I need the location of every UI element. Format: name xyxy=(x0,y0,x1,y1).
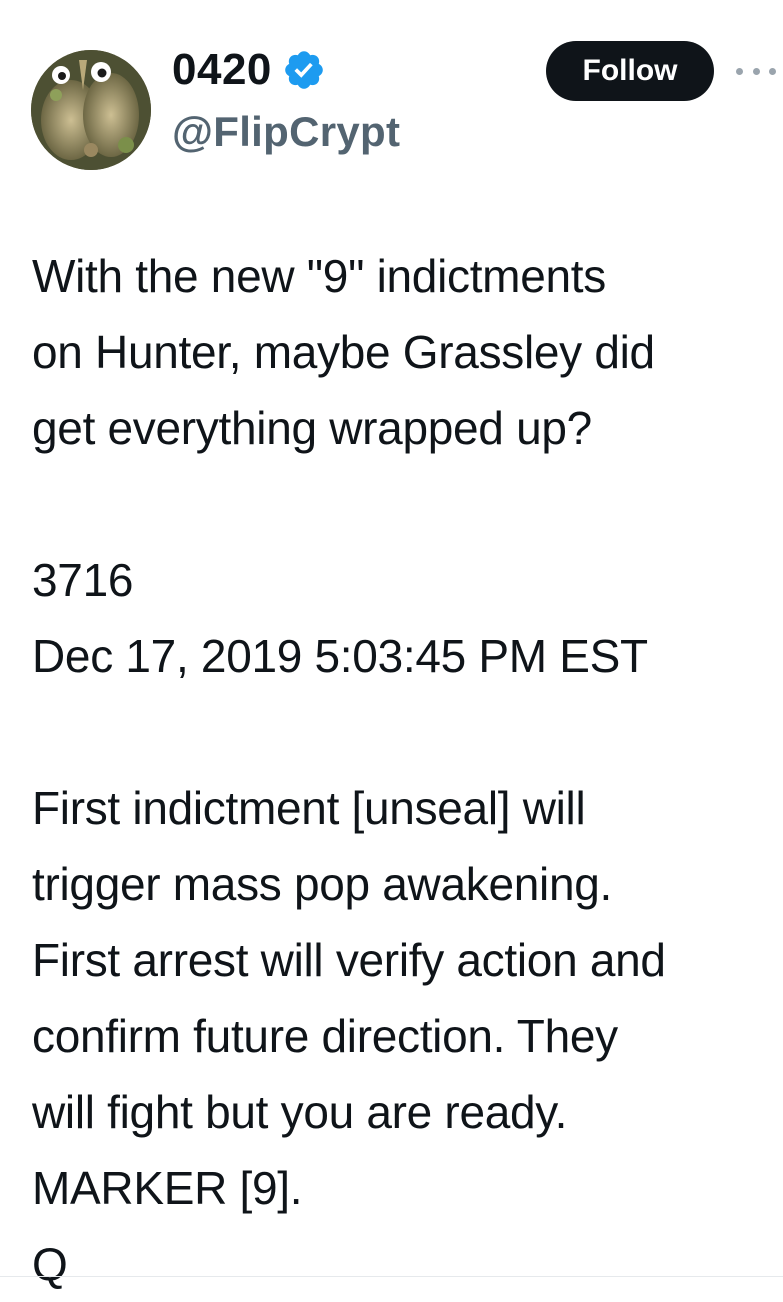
more-dot xyxy=(769,67,776,75)
tweet-line: First arrest will verify action and xyxy=(32,934,666,986)
tweet-line: First indictment [unseal] will xyxy=(32,782,586,834)
tweet-text: With the new "9" indictments on Hunter, … xyxy=(32,238,777,1302)
tweet-line: MARKER [9]. xyxy=(32,1162,303,1214)
author-name-row: 0420 xyxy=(172,44,326,96)
tweet-line: on Hunter, maybe Grassley did xyxy=(32,326,655,378)
avatar-image xyxy=(31,50,151,170)
tweet-line: confirm future direction. They xyxy=(32,1010,618,1062)
tweet-line: get everything wrapped up? xyxy=(32,402,592,454)
tweet-line: 3716 xyxy=(32,554,134,606)
author-display-name[interactable]: 0420 xyxy=(172,44,272,96)
more-options-icon[interactable] xyxy=(736,56,776,86)
avatar[interactable] xyxy=(31,50,151,170)
tweet-line: With the new "9" indictments xyxy=(32,250,606,302)
tweet-line: will fight but you are ready. xyxy=(32,1086,568,1138)
more-dot xyxy=(752,67,760,75)
tweet-line: Q xyxy=(32,1238,68,1290)
divider xyxy=(0,1276,783,1277)
tweet-header: 0420 @FlipCrypt Follow xyxy=(0,0,783,200)
author-handle[interactable]: @FlipCrypt xyxy=(172,106,400,158)
tweet-line: Dec 17, 2019 5:03:45 PM EST xyxy=(32,630,648,682)
verified-badge-icon[interactable] xyxy=(282,48,326,92)
more-dot xyxy=(736,67,743,75)
tweet-line: trigger mass pop awakening. xyxy=(32,858,612,910)
follow-button[interactable]: Follow xyxy=(546,41,714,101)
